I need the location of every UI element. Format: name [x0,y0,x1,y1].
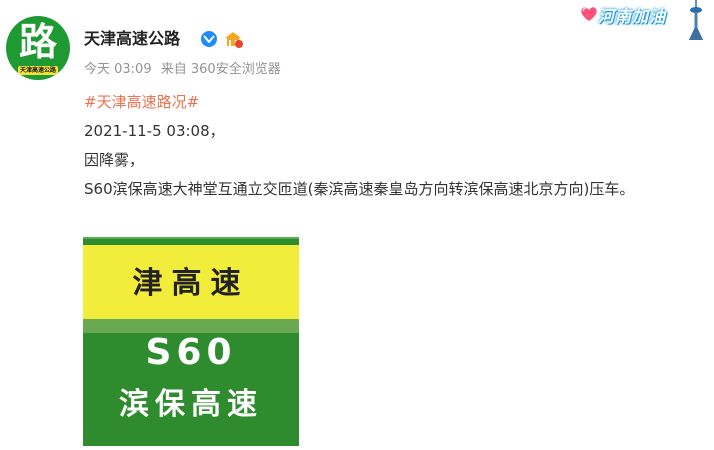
avatar-glyph: 路 [18,20,57,64]
sign-top-panel: 津高速 [83,245,299,319]
post-body: #天津高速路况# 2021-11-5 03:08， 因降雾， S60滨保高速大神… [84,88,710,204]
sign-top-text: 津高速 [132,266,250,301]
author-name[interactable]: 天津高速公路 [84,28,180,50]
avatar-caption: 天津高速公路 [18,66,58,75]
tower-icon [689,0,703,40]
heart-icon [581,7,597,21]
avatar[interactable]: 路 天津高速公路 [6,16,70,80]
post-line-datetime: 2021-11-5 03:08， [84,122,225,140]
topic-text: 河南加油 [598,7,667,26]
post-line-detail: S60滨保高速大神堂互通立交匝道(秦滨高速秦皇岛方向转滨保高速北京方向)压车。 [84,180,635,198]
sign-route-number: S60 [145,332,237,373]
gov-badge-icon[interactable] [223,29,243,49]
verified-icon[interactable] [201,31,217,47]
post-source[interactable]: 来自 360安全浏览器 [161,62,281,77]
topic-banner[interactable]: 河南加油 [576,0,708,40]
hashtag-link[interactable]: #天津高速路况# [84,93,199,111]
sign-highway-name: 滨保高速 [119,387,263,422]
post-meta: 今天 03:09 来自 360安全浏览器 [84,61,286,79]
post-time[interactable]: 今天 03:09 [84,62,152,77]
post-image-highway-sign[interactable]: 津高速 S60 滨保高速 [83,237,299,446]
post-line-reason: 因降雾， [84,151,145,169]
